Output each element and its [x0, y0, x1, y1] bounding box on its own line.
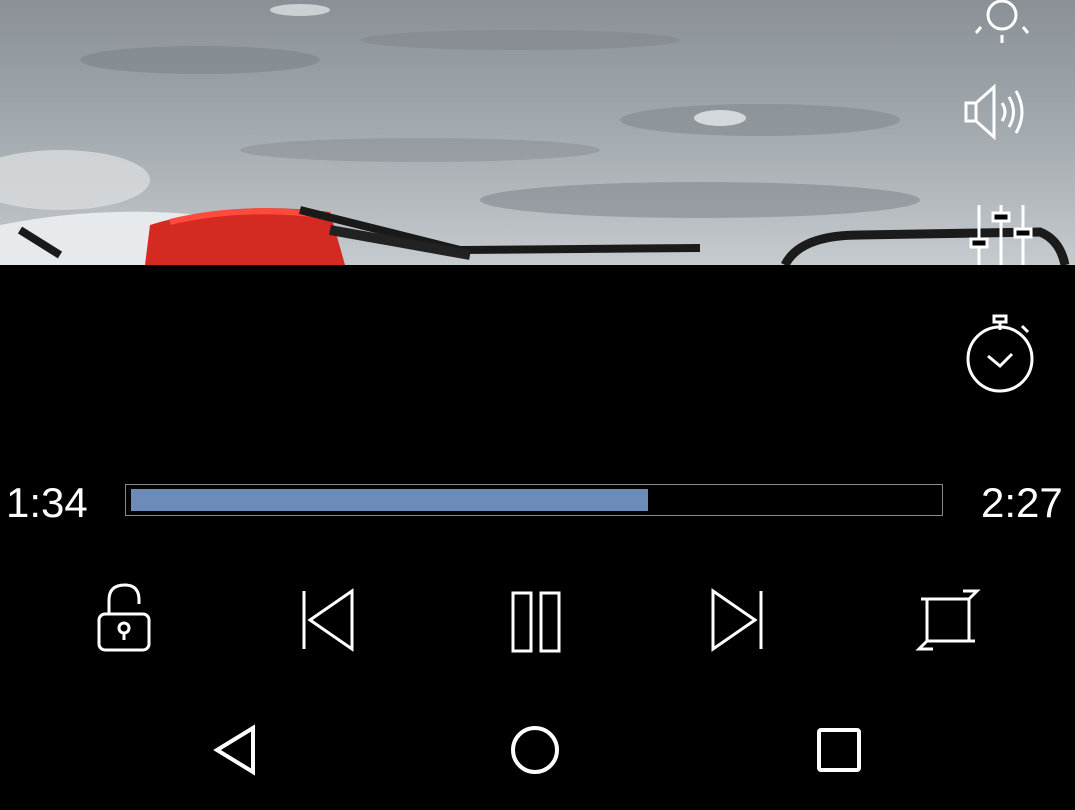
nav-recents-button[interactable]: [804, 715, 874, 785]
home-icon: [511, 726, 559, 774]
previous-button[interactable]: [287, 580, 367, 660]
seek-bar[interactable]: [125, 484, 943, 516]
pause-button[interactable]: [496, 580, 576, 660]
video-frame[interactable]: [0, 0, 1075, 265]
sleep-timer-icon[interactable]: [960, 314, 1040, 394]
total-duration: 2:27: [981, 479, 1063, 526]
brightness-icon[interactable]: [962, 0, 1042, 58]
skip-previous-icon: [302, 588, 354, 652]
equalizer-icon[interactable]: [958, 196, 1038, 276]
recents-icon: [817, 728, 861, 772]
next-button[interactable]: [698, 580, 778, 660]
skip-next-icon: [711, 588, 763, 652]
elapsed-time: 1:34: [6, 479, 88, 526]
pause-icon: [511, 591, 561, 653]
nav-back-button[interactable]: [198, 715, 268, 785]
video-scene: [0, 4, 1070, 265]
nav-home-button[interactable]: [500, 715, 570, 785]
back-icon: [213, 724, 255, 776]
volume-icon[interactable]: [957, 72, 1037, 152]
seek-bar-progress: [131, 489, 648, 511]
lock-button[interactable]: [84, 580, 164, 660]
crop-icon: [915, 589, 981, 651]
unlock-icon: [97, 583, 151, 652]
aspect-ratio-button[interactable]: [908, 580, 988, 660]
